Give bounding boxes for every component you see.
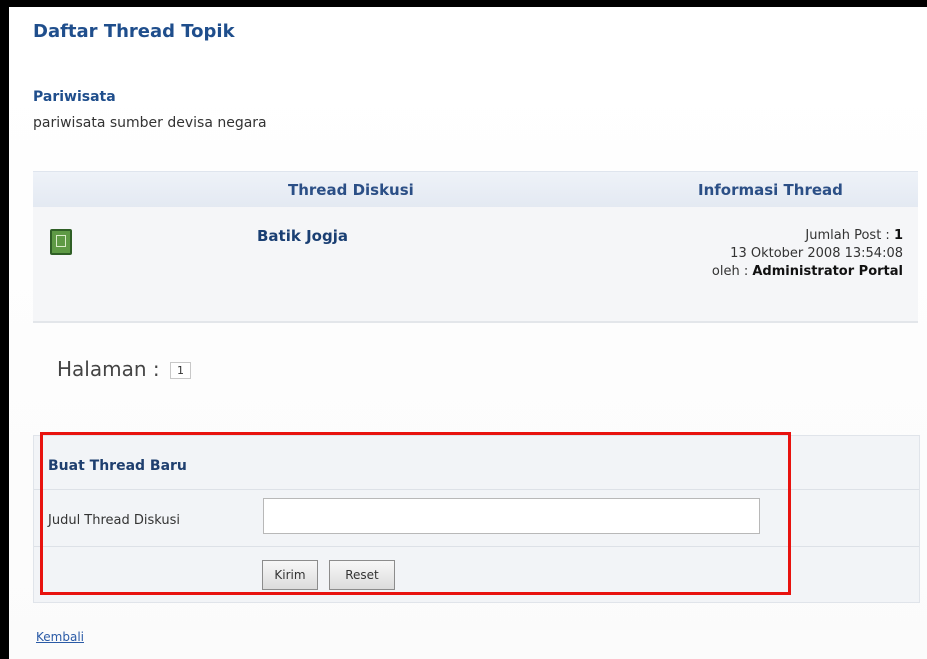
thread-link[interactable]: Batik Jogja xyxy=(257,227,348,245)
forum-name[interactable]: Pariwisata xyxy=(33,89,116,105)
submit-button[interactable]: Kirim xyxy=(262,560,318,590)
page: Daftar Thread Topik Pariwisata pariwisat… xyxy=(9,7,927,659)
row-divider xyxy=(34,546,919,547)
page-title: Daftar Thread Topik xyxy=(33,21,235,42)
reset-button[interactable]: Reset xyxy=(329,560,395,590)
thread-title-label: Judul Thread Diskusi xyxy=(48,513,181,528)
post-count-line: Jumlah Post : 1 xyxy=(673,227,903,245)
thread-table-header: Thread Diskusi Informasi Thread xyxy=(33,171,918,208)
pagination-label: Halaman : xyxy=(57,357,160,381)
thread-date: 13 Oktober 2008 13:54:08 xyxy=(730,246,903,261)
table-row: Batik Jogja Jumlah Post : 1 13 Oktober 2… xyxy=(33,207,918,323)
column-header-thread: Thread Diskusi xyxy=(288,181,414,199)
author-line: oleh : Administrator Portal xyxy=(673,263,903,281)
thread-author: Administrator Portal xyxy=(752,264,903,279)
form-title: Buat Thread Baru xyxy=(48,458,187,474)
post-count-label: Jumlah Post : xyxy=(805,228,890,243)
new-thread-form: Buat Thread Baru Judul Thread Diskusi Ki… xyxy=(33,435,920,603)
pagination: Halaman : 1 xyxy=(57,357,191,381)
column-header-info: Informasi Thread xyxy=(698,181,843,199)
thread-info: Jumlah Post : 1 13 Oktober 2008 13:54:08… xyxy=(673,227,903,281)
document-icon xyxy=(50,229,72,255)
post-count: 1 xyxy=(893,228,903,243)
author-label: oleh : xyxy=(711,264,749,279)
row-divider xyxy=(34,489,919,490)
back-link[interactable]: Kembali xyxy=(36,629,84,645)
forum-description: pariwisata sumber devisa negara xyxy=(33,115,267,131)
page-number-button[interactable]: 1 xyxy=(169,362,191,379)
thread-title-input[interactable] xyxy=(263,498,760,534)
